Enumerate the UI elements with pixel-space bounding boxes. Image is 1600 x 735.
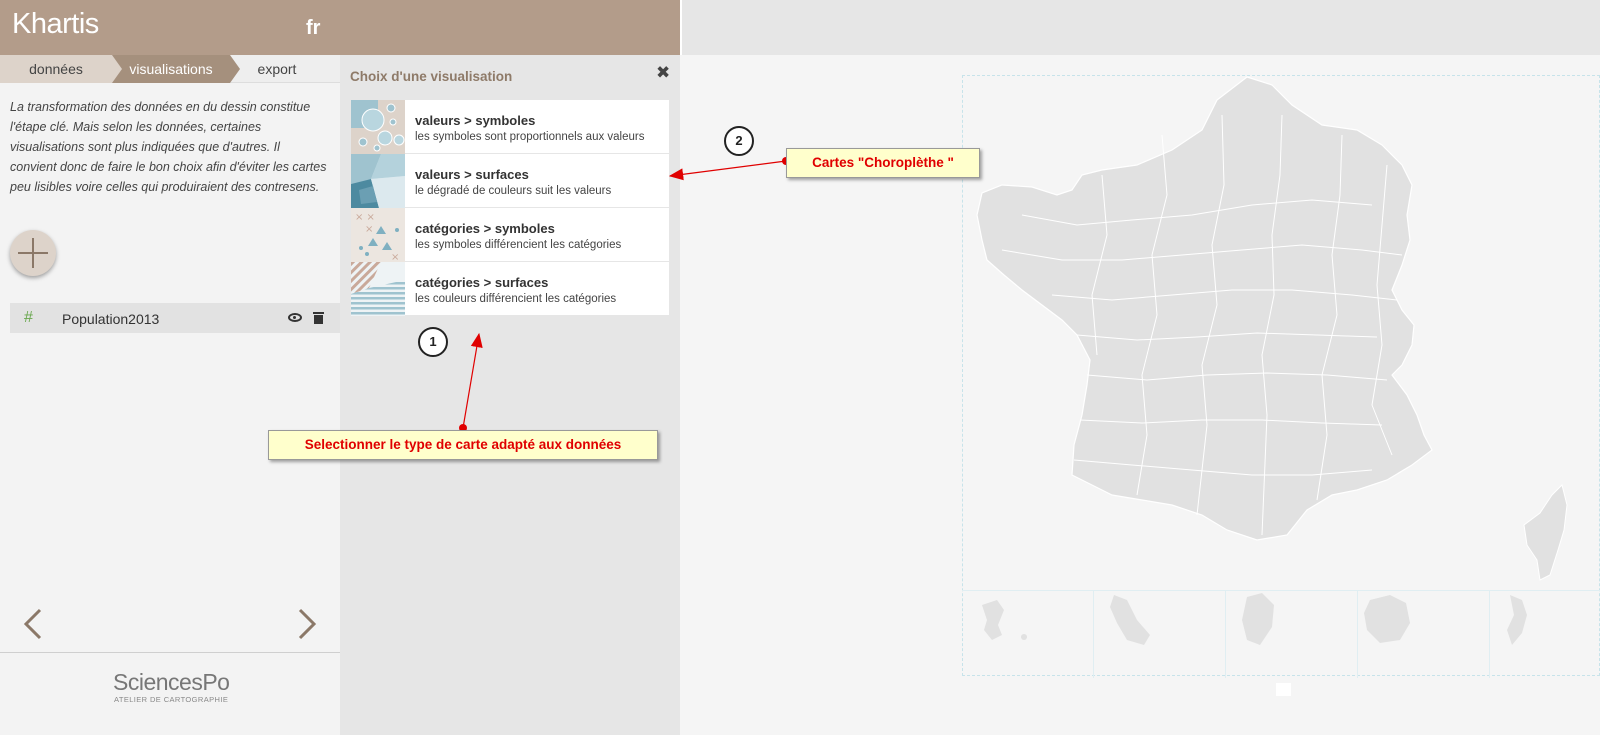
viz-description: les symboles sont proportionnels aux val… — [415, 131, 645, 143]
variable-name: Population2013 — [62, 311, 160, 327]
step-chevron — [112, 55, 122, 83]
map-tab[interactable] — [1276, 683, 1291, 696]
viz-title: valeurs > symboles — [415, 113, 536, 128]
step-navigation: données visualisations export — [0, 55, 340, 83]
france-map[interactable] — [962, 75, 1600, 676]
gradient-surfaces-icon — [351, 154, 405, 208]
numeric-type-icon: # — [24, 309, 33, 326]
step-export[interactable]: export — [232, 55, 322, 83]
footer-divider — [0, 652, 340, 653]
symbols-proportional-icon — [351, 100, 405, 154]
close-icon[interactable]: ✖ — [656, 63, 670, 83]
callout-number-1: 1 — [418, 327, 448, 357]
visualisation-chooser: Choix d'une visualisation ✖ valeurs > sy… — [340, 55, 680, 735]
viz-title: catégories > surfaces — [415, 275, 549, 290]
viz-description: les symboles différencient les catégorie… — [415, 239, 622, 251]
variable-row[interactable]: # Population2013 — [10, 303, 340, 333]
eye-icon[interactable] — [288, 313, 302, 322]
category-surfaces-icon — [351, 262, 405, 316]
inset-mayotte — [1490, 590, 1600, 678]
step-donnees[interactable]: données — [0, 55, 112, 83]
app-header: Khartis fr — [0, 0, 680, 55]
panel-title: Choix d'une visualisation — [350, 69, 513, 84]
inset-reunion — [1358, 590, 1490, 678]
trash-icon[interactable] — [313, 312, 324, 324]
sciencespo-subtitle: ATELIER DE CARTOGRAPHIE — [114, 695, 229, 704]
viz-option-values-surfaces[interactable]: valeurs > surfaces le dégradé de couleur… — [351, 154, 669, 208]
annotation-select-map-type: Selectionner le type de carte adapté aux… — [268, 430, 658, 460]
step-visualisations[interactable]: visualisations — [112, 55, 230, 83]
callout-number-2: 2 — [724, 126, 754, 156]
svg-text:×: × — [391, 252, 399, 262]
sciencespo-logo: SciencesPo — [113, 669, 230, 695]
viz-option-categories-symbols[interactable]: × × × × catégories > symboles les symbol… — [351, 208, 669, 262]
add-visualisation-button[interactable] — [10, 230, 56, 276]
viz-title: valeurs > surfaces — [415, 167, 529, 182]
viz-description: le dégradé de couleurs suit les valeurs — [415, 185, 612, 197]
svg-text:× ×: × × — [355, 212, 375, 223]
category-symbols-icon: × × × × — [351, 208, 405, 262]
viz-description: les couleurs différencient les catégorie… — [415, 293, 617, 305]
inset-guadeloupe — [962, 590, 1094, 678]
viz-option-values-symbols[interactable]: valeurs > symboles les symboles sont pro… — [351, 100, 669, 154]
svg-text:×: × — [365, 224, 373, 235]
viz-option-categories-surfaces[interactable]: catégories > surfaces les couleurs diffé… — [351, 262, 669, 316]
left-panel: données visualisations export La transfo… — [0, 55, 340, 735]
step-chevron — [230, 55, 240, 83]
corsica-region — [1523, 484, 1568, 581]
plus-icon — [32, 238, 34, 268]
intro-text: La transformation des données en du dess… — [10, 100, 327, 194]
khartis-logo: Khartis — [12, 8, 99, 40]
inset-guyane — [1226, 590, 1358, 678]
map-toolbar — [682, 0, 1600, 55]
annotation-choropleth: Cartes "Choroplèthe " — [786, 148, 980, 178]
inset-martinique — [1094, 590, 1226, 678]
chevron-left-icon[interactable] — [22, 608, 44, 640]
language-switch[interactable]: fr — [306, 17, 320, 40]
viz-title: catégories > symboles — [415, 221, 555, 236]
chevron-right-icon[interactable] — [296, 608, 318, 640]
